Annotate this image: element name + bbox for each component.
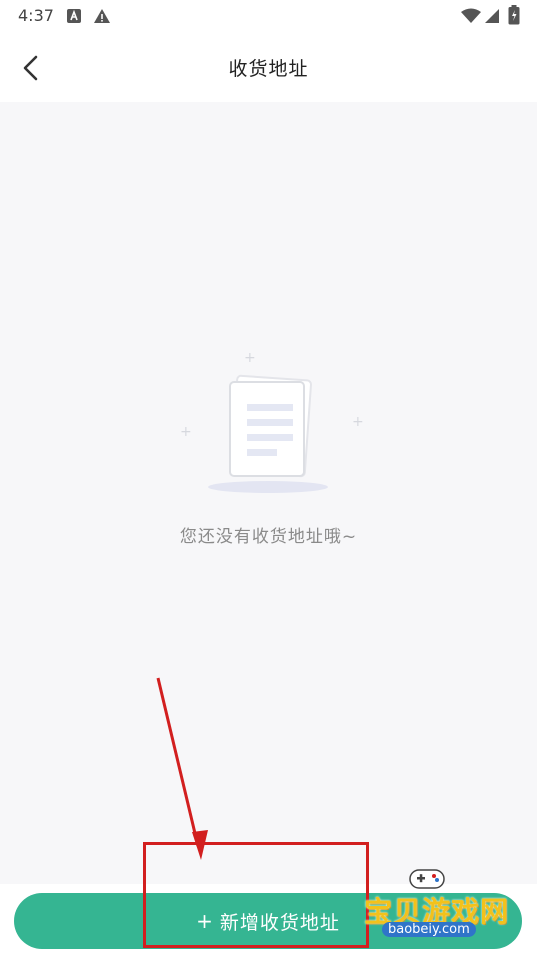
svg-text:+: + xyxy=(180,424,192,440)
watermark-domain: baobeiy.com xyxy=(382,922,476,937)
nav-bar: 收货地址 xyxy=(0,34,537,102)
status-bar: 4:37 xyxy=(0,0,537,34)
svg-text:+: + xyxy=(244,350,256,366)
warning-icon xyxy=(94,9,110,23)
status-time: 4:37 xyxy=(18,6,54,25)
app-notification-icon xyxy=(67,9,81,23)
signal-icon xyxy=(485,9,499,23)
svg-text:+: + xyxy=(352,414,364,430)
wifi-icon xyxy=(461,8,481,23)
page-title: 收货地址 xyxy=(228,58,309,80)
document-icon: + + + xyxy=(180,350,364,493)
annotation-highlight-box xyxy=(143,842,369,948)
empty-message: 您还没有收货地址哦~ xyxy=(179,527,358,547)
watermark-logo: 宝贝游戏网 baobeiy.com xyxy=(360,862,535,952)
battery-icon xyxy=(508,5,520,25)
gamepad-icon xyxy=(409,869,445,889)
